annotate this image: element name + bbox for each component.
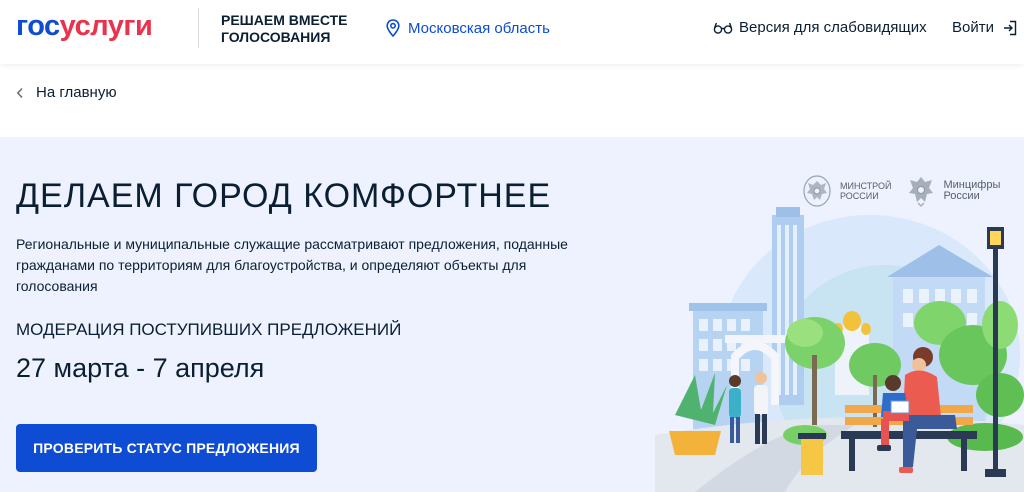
- hero-banner: ДЕЛАЕМ ГОРОД КОМФОРТНЕЕ Региональные и м…: [0, 137, 1024, 492]
- emblem-icon: [803, 175, 831, 207]
- chevron-left-icon: [16, 87, 23, 98]
- logo-part-uslugi: услуги: [59, 10, 153, 42]
- mintsifry-name-line2: России: [943, 190, 980, 202]
- hero-title: ДЕЛАЕМ ГОРОД КОМФОРТНЕЕ: [16, 177, 552, 215]
- location-pin-icon: [386, 19, 400, 37]
- project-slogan[interactable]: РЕШАЕМ ВМЕСТЕ ГОЛОСОВАНИЯ: [221, 12, 361, 46]
- minstroy-logo: МИНСТРОЙ РОССИИ: [800, 173, 891, 209]
- back-to-main-link[interactable]: На главную: [16, 84, 117, 101]
- gosuslugi-logo[interactable]: госуслуги: [16, 10, 153, 42]
- region-label: Московская область: [408, 19, 550, 37]
- emblem-icon: [909, 177, 934, 208]
- mintsifry-logo: Минцифры России: [905, 173, 1000, 209]
- site-header: госуслуги РЕШАЕМ ВМЕСТЕ ГОЛОСОВАНИЯ Моск…: [0, 0, 1024, 64]
- hero-description: Региональные и муниципальные служащие ра…: [16, 236, 568, 294]
- accessible-version-label: Версия для слабовидящих: [739, 19, 927, 36]
- stage-dates: 27 марта - 7 апреля: [16, 353, 265, 383]
- accessible-version-link[interactable]: Версия для слабовидящих: [713, 19, 927, 36]
- logo-part-gos: гос: [16, 10, 60, 42]
- check-proposal-status-button[interactable]: ПРОВЕРИТЬ СТАТУС ПРЕДЛОЖЕНИЯ: [16, 424, 317, 472]
- minstroy-name-line2: РОССИИ: [840, 191, 879, 201]
- login-arrow-icon: [1003, 20, 1017, 35]
- stage-title: МОДЕРАЦИЯ ПОСТУПИВШИХ ПРЕДЛОЖЕНИЙ: [16, 320, 402, 339]
- region-selector[interactable]: Московская область: [386, 19, 550, 37]
- header-divider: [198, 8, 199, 48]
- minstroy-name: МИНСТРОЙ РОССИИ: [840, 181, 891, 201]
- partner-logos: МИНСТРОЙ РОССИИ Минцифры России: [800, 173, 1014, 209]
- back-label: На главную: [36, 84, 117, 101]
- glasses-icon: [713, 22, 733, 34]
- minstroy-name-line1: МИНСТРОЙ: [840, 181, 892, 191]
- login-label: Войти: [952, 19, 994, 36]
- login-button[interactable]: Войти: [952, 19, 1017, 36]
- city-illustration: [655, 207, 1024, 492]
- mintsifry-name: Минцифры России: [943, 180, 1000, 202]
